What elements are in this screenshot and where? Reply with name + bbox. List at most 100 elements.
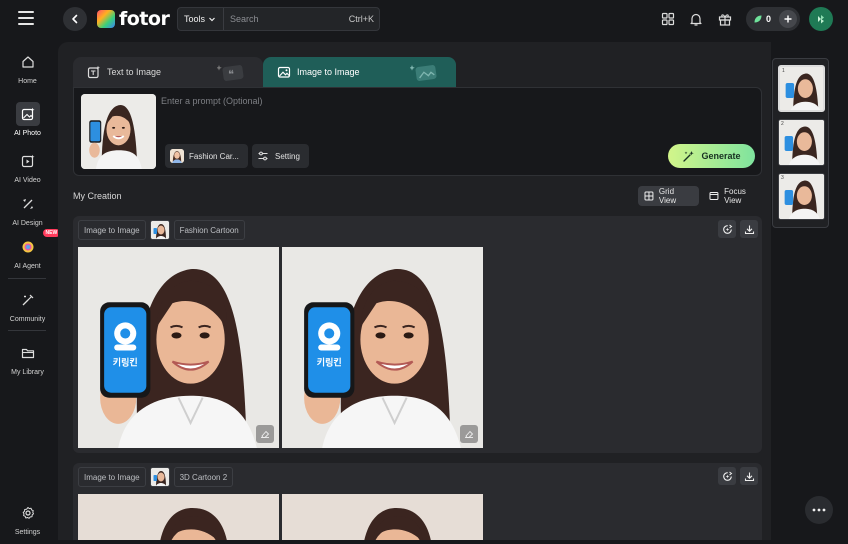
logo-text: fotor xyxy=(119,8,170,30)
credits-count: 0 xyxy=(766,14,772,24)
fotor-logo[interactable]: fotor xyxy=(97,8,170,30)
tab-label: Text to Image xyxy=(107,67,162,77)
credits-pill[interactable]: 0 xyxy=(746,7,800,31)
sidebar-item-ai-photo[interactable]: AI Photo xyxy=(0,102,55,137)
sidebar-item-ai-agent[interactable]: NEW AI Agent xyxy=(0,229,61,270)
phone-screen-text: 키링킨 xyxy=(113,357,138,369)
search-shortcut: Ctrl+K xyxy=(348,14,374,24)
focus-view-label: Focus View xyxy=(724,187,746,205)
result-image[interactable]: 키링킨 xyxy=(282,247,483,448)
svg-text:❝: ❝ xyxy=(228,68,234,81)
setting-button[interactable]: Setting xyxy=(252,144,309,168)
tab-image-to-image[interactable]: Image to Image xyxy=(263,57,456,87)
sidebar-item-community[interactable]: Community xyxy=(0,288,55,323)
user-avatar-icon xyxy=(818,15,824,24)
gear-icon xyxy=(16,501,40,525)
sidebar-item-settings[interactable]: Settings xyxy=(0,501,55,536)
back-button[interactable] xyxy=(63,7,87,31)
sidebar-item-label: Settings xyxy=(14,529,41,536)
view-toggle: Grid View Focus View xyxy=(638,186,771,206)
history-index: 2 xyxy=(781,121,784,127)
sidebar-item-ai-video[interactable]: AI Video xyxy=(0,149,55,184)
style-tag: 3D Cartoon 2 xyxy=(173,467,234,487)
woman-with-phone-image: 키링킨 xyxy=(78,247,279,448)
ai-design-icon xyxy=(16,192,40,216)
prompt-panel: Enter a prompt (Optional) Fashion Car...… xyxy=(73,87,762,176)
image-decoration-icon xyxy=(410,65,437,81)
leaf-icon xyxy=(754,15,762,23)
sidebar-item-label: Home xyxy=(18,78,37,85)
more-dots-icon xyxy=(812,508,826,512)
sidebar-item-ai-design[interactable]: AI Design xyxy=(0,192,55,227)
result-image[interactable] xyxy=(78,494,279,540)
grid-view-label: Grid View xyxy=(658,187,677,205)
regenerate-icon xyxy=(722,224,732,234)
history-thumbnail[interactable]: 3 xyxy=(778,173,825,220)
ai-video-icon xyxy=(16,149,40,173)
style-label: Fashion Car... xyxy=(189,151,239,161)
user-avatar[interactable] xyxy=(809,7,833,31)
menu-icon[interactable] xyxy=(18,11,34,25)
phone-screen-text: 키링킨 xyxy=(317,357,342,369)
regenerate-icon xyxy=(722,471,732,481)
search-bar: Tools Ctrl+K xyxy=(177,7,380,31)
card-actions xyxy=(718,220,758,238)
text-to-image-icon xyxy=(87,65,100,79)
grid-icon[interactable] xyxy=(660,11,676,27)
image-badge[interactable] xyxy=(460,425,478,443)
sidebar-item-home[interactable]: Home xyxy=(0,50,55,85)
tools-dropdown[interactable]: Tools xyxy=(178,8,225,30)
sidebar-item-label: My Library xyxy=(11,369,44,376)
grid-view-button[interactable]: Grid View xyxy=(638,186,700,206)
generate-label: Generate xyxy=(701,151,741,161)
logo-mark-icon xyxy=(97,10,115,28)
creation-card: Image to Image 3D Cartoon 2 xyxy=(73,463,762,540)
download-button[interactable] xyxy=(740,467,758,485)
woman-portrait-image xyxy=(282,494,483,540)
style-tag: Fashion Cartoon xyxy=(173,220,245,240)
prompt-input[interactable]: Enter a prompt (Optional) xyxy=(161,96,263,106)
regenerate-button[interactable] xyxy=(718,467,736,485)
bell-icon[interactable] xyxy=(688,11,704,27)
regenerate-button[interactable] xyxy=(718,220,736,238)
quote-decoration-icon: ❝ xyxy=(217,65,244,81)
section-title: My Creation xyxy=(73,191,122,201)
sidebar-item-label: AI Video xyxy=(14,177,41,184)
focus-view-button[interactable]: Focus View xyxy=(703,186,771,206)
source-thumbnail[interactable] xyxy=(149,220,170,240)
sidebar-item-my-library[interactable]: My Library xyxy=(0,341,55,376)
download-icon xyxy=(744,225,754,234)
woman-portrait-image xyxy=(78,494,279,540)
sidebar-item-label: AI Photo xyxy=(14,130,41,137)
add-credits-button[interactable] xyxy=(779,10,797,28)
plus-icon xyxy=(784,15,792,23)
mode-tabs: Text to Image ❝ Image to Image xyxy=(73,57,456,87)
card-actions xyxy=(718,467,758,485)
eraser-icon xyxy=(261,430,270,438)
result-image[interactable] xyxy=(282,494,483,540)
ai-photo-icon xyxy=(15,102,40,126)
more-options-button[interactable] xyxy=(805,496,833,524)
uploaded-image[interactable] xyxy=(81,94,156,169)
gift-icon[interactable] xyxy=(717,11,733,27)
sliders-icon xyxy=(258,151,268,161)
ai-agent-icon: NEW xyxy=(16,229,61,259)
image-badge[interactable] xyxy=(256,425,274,443)
search-input[interactable] xyxy=(224,14,349,24)
history-index: 3 xyxy=(781,175,784,181)
generate-button[interactable]: Generate xyxy=(668,144,755,168)
sidebar-item-label: AI Design xyxy=(12,220,43,227)
woman-with-phone-image: 키링킨 xyxy=(282,247,483,448)
source-thumbnail[interactable] xyxy=(149,467,170,487)
sidebar: Home AI Photo AI Video AI Design NEW AI … xyxy=(0,38,61,544)
download-button[interactable] xyxy=(740,220,758,238)
history-thumbnail[interactable]: 1 xyxy=(778,65,825,112)
tab-text-to-image[interactable]: Text to Image ❝ xyxy=(73,57,263,87)
top-bar: fotor Tools Ctrl+K 0 xyxy=(0,0,848,38)
sidebar-item-label: Community xyxy=(9,316,46,323)
history-thumbnail[interactable]: 2 xyxy=(778,119,825,166)
style-selector[interactable]: Fashion Car... xyxy=(165,144,248,168)
main-panel: Text to Image ❝ Image to Image Enter a p… xyxy=(58,42,771,540)
result-image[interactable]: 키링킨 xyxy=(78,247,279,448)
history-rail: 1 2 3 xyxy=(772,58,829,228)
